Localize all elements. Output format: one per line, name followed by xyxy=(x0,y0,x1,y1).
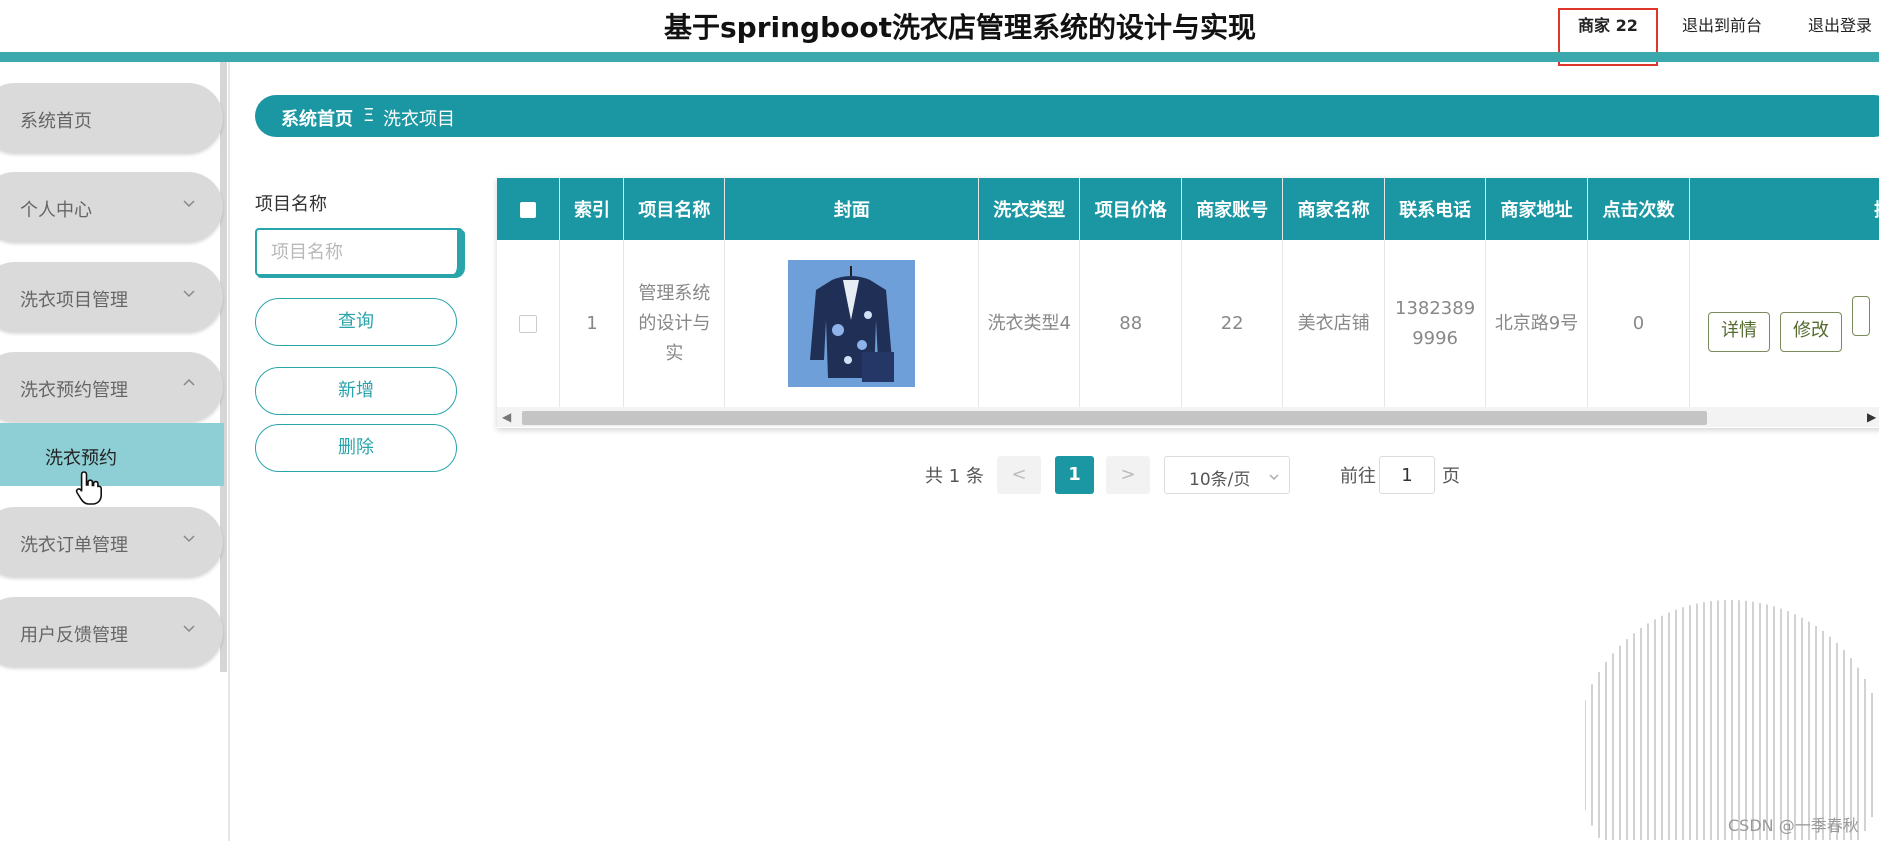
chevron-down-icon xyxy=(180,619,198,637)
data-table-container: 索引 项目名称 封面 洗衣类型 项目价格 商家账号 商家名称 联系电话 商家地址… xyxy=(497,178,1879,428)
cell-laundry-type: 洗衣类型4 xyxy=(978,240,1081,408)
column-header: 操 xyxy=(1689,178,1879,240)
table-header-row: 索引 项目名称 封面 洗衣类型 项目价格 商家账号 商家名称 联系电话 商家地址… xyxy=(497,178,1879,240)
chevron-down-icon xyxy=(180,194,198,212)
sidebar-item-laundry-order[interactable]: 洗衣订单管理 xyxy=(0,507,223,577)
prev-page-button[interactable]: < xyxy=(997,456,1041,494)
edit-button[interactable]: 修改 xyxy=(1779,311,1842,352)
project-name-input[interactable] xyxy=(255,228,463,276)
scroll-right-arrow-icon[interactable]: ▶ xyxy=(1867,410,1876,424)
header-accent-bar xyxy=(0,52,1879,62)
sidebar-item-label: 系统首页 xyxy=(20,111,92,132)
column-header: 商家地址 xyxy=(1485,178,1589,240)
goto-label: 前往 xyxy=(1340,466,1376,487)
top-header: 基于springboot洗衣店管理系统的设计与实现 商家 22 退出到前台 退出… xyxy=(0,0,1879,66)
delete-button[interactable]: 删除 xyxy=(255,424,457,472)
row-select-cell[interactable] xyxy=(497,240,561,408)
sidebar-item-user-feedback[interactable]: 用户反馈管理 xyxy=(0,597,223,667)
next-page-button[interactable]: > xyxy=(1106,456,1150,494)
column-header: 项目名称 xyxy=(623,178,726,240)
chevron-down-icon xyxy=(1267,469,1281,489)
row-checkbox[interactable] xyxy=(519,314,538,333)
goto-page-input[interactable] xyxy=(1379,456,1435,494)
logout-link[interactable]: 退出登录 xyxy=(1808,12,1872,36)
decorative-stripes xyxy=(1584,590,1875,840)
back-to-front-link[interactable]: 退出到前台 xyxy=(1682,12,1762,36)
sidebar-item-label: 个人中心 xyxy=(20,200,92,221)
breadcrumb-current: 洗衣项目 xyxy=(383,109,455,130)
sidebar-item-personal-center[interactable]: 个人中心 xyxy=(0,172,223,242)
sidebar-item-label: 洗衣预约管理 xyxy=(20,380,128,401)
select-all-checkbox[interactable] xyxy=(520,201,537,218)
page-number-current[interactable]: 1 xyxy=(1055,456,1094,494)
header-select-all[interactable] xyxy=(497,178,561,240)
sidebar-item-home[interactable]: 系统首页 xyxy=(0,83,223,153)
sidebar-item-label: 用户反馈管理 xyxy=(20,625,128,646)
pagination-total: 共 1 条 xyxy=(925,466,984,487)
cell-merchant-account: 22 xyxy=(1181,240,1284,408)
breadcrumb-separator: Ξ xyxy=(363,105,375,126)
breadcrumb: 系统首页 Ξ 洗衣项目 xyxy=(255,95,1879,137)
column-header: 洗衣类型 xyxy=(978,178,1081,240)
query-button[interactable]: 查询 xyxy=(255,298,457,346)
goto-unit: 页 xyxy=(1442,466,1460,487)
column-header: 商家名称 xyxy=(1282,178,1386,240)
watermark: CSDN @一季春秋 xyxy=(1728,816,1859,835)
chevron-up-icon xyxy=(180,374,198,392)
horizontal-scroll-thumb[interactable] xyxy=(522,411,1707,425)
chevron-down-icon xyxy=(180,529,198,547)
cell-project-name: 管理系统的设计与实 xyxy=(623,240,726,408)
hand-cursor-icon xyxy=(74,470,104,506)
add-button[interactable]: 新增 xyxy=(255,367,457,415)
cell-price: 88 xyxy=(1079,240,1183,408)
column-header: 联系电话 xyxy=(1384,178,1487,240)
cell-merchant-name: 美衣店铺 xyxy=(1282,240,1386,408)
column-header: 项目价格 xyxy=(1079,178,1183,240)
sidebar-scrollbar[interactable] xyxy=(220,62,227,672)
cell-phone: 13823899996 xyxy=(1384,240,1487,408)
page-size-select[interactable]: 10条/页 xyxy=(1164,456,1290,494)
cell-cover xyxy=(724,240,980,408)
sidebar-subitem-label: 洗衣预约 xyxy=(45,448,117,469)
sidebar-subitem-booking[interactable]: 洗衣预约 xyxy=(0,423,224,486)
column-header: 点击次数 xyxy=(1587,178,1690,240)
detail-button[interactable]: 详情 xyxy=(1707,311,1770,352)
breadcrumb-home[interactable]: 系统首页 xyxy=(281,105,353,131)
chevron-down-icon xyxy=(180,284,198,302)
sidebar-item-label: 洗衣订单管理 xyxy=(20,535,128,556)
cell-address: 北京路9号 xyxy=(1485,240,1589,408)
page-size-value: 10条/页 xyxy=(1189,470,1251,490)
delete-row-button[interactable] xyxy=(1851,295,1870,336)
column-header: 封面 xyxy=(724,178,980,240)
cell-actions: 详情 修改 xyxy=(1689,240,1879,408)
sidebar-item-laundry-booking[interactable]: 洗衣预约管理 xyxy=(0,352,223,422)
sidebar-divider xyxy=(228,62,230,841)
sidebar-item-laundry-project[interactable]: 洗衣项目管理 xyxy=(0,262,223,332)
cover-image xyxy=(788,260,916,387)
column-header: 商家账号 xyxy=(1181,178,1284,240)
column-header: 索引 xyxy=(559,178,625,240)
sidebar-item-label: 洗衣项目管理 xyxy=(20,290,128,311)
project-name-label: 项目名称 xyxy=(255,194,327,215)
cell-index: 1 xyxy=(559,240,625,408)
data-table: 索引 项目名称 封面 洗衣类型 项目价格 商家账号 商家名称 联系电话 商家地址… xyxy=(497,178,1879,408)
table-row: 1 管理系统的设计与实 洗衣类型4 88 22 美衣店铺 13823899996… xyxy=(497,240,1879,408)
cell-clicks: 0 xyxy=(1587,240,1690,408)
scroll-left-arrow-icon[interactable]: ◀ xyxy=(502,410,511,424)
